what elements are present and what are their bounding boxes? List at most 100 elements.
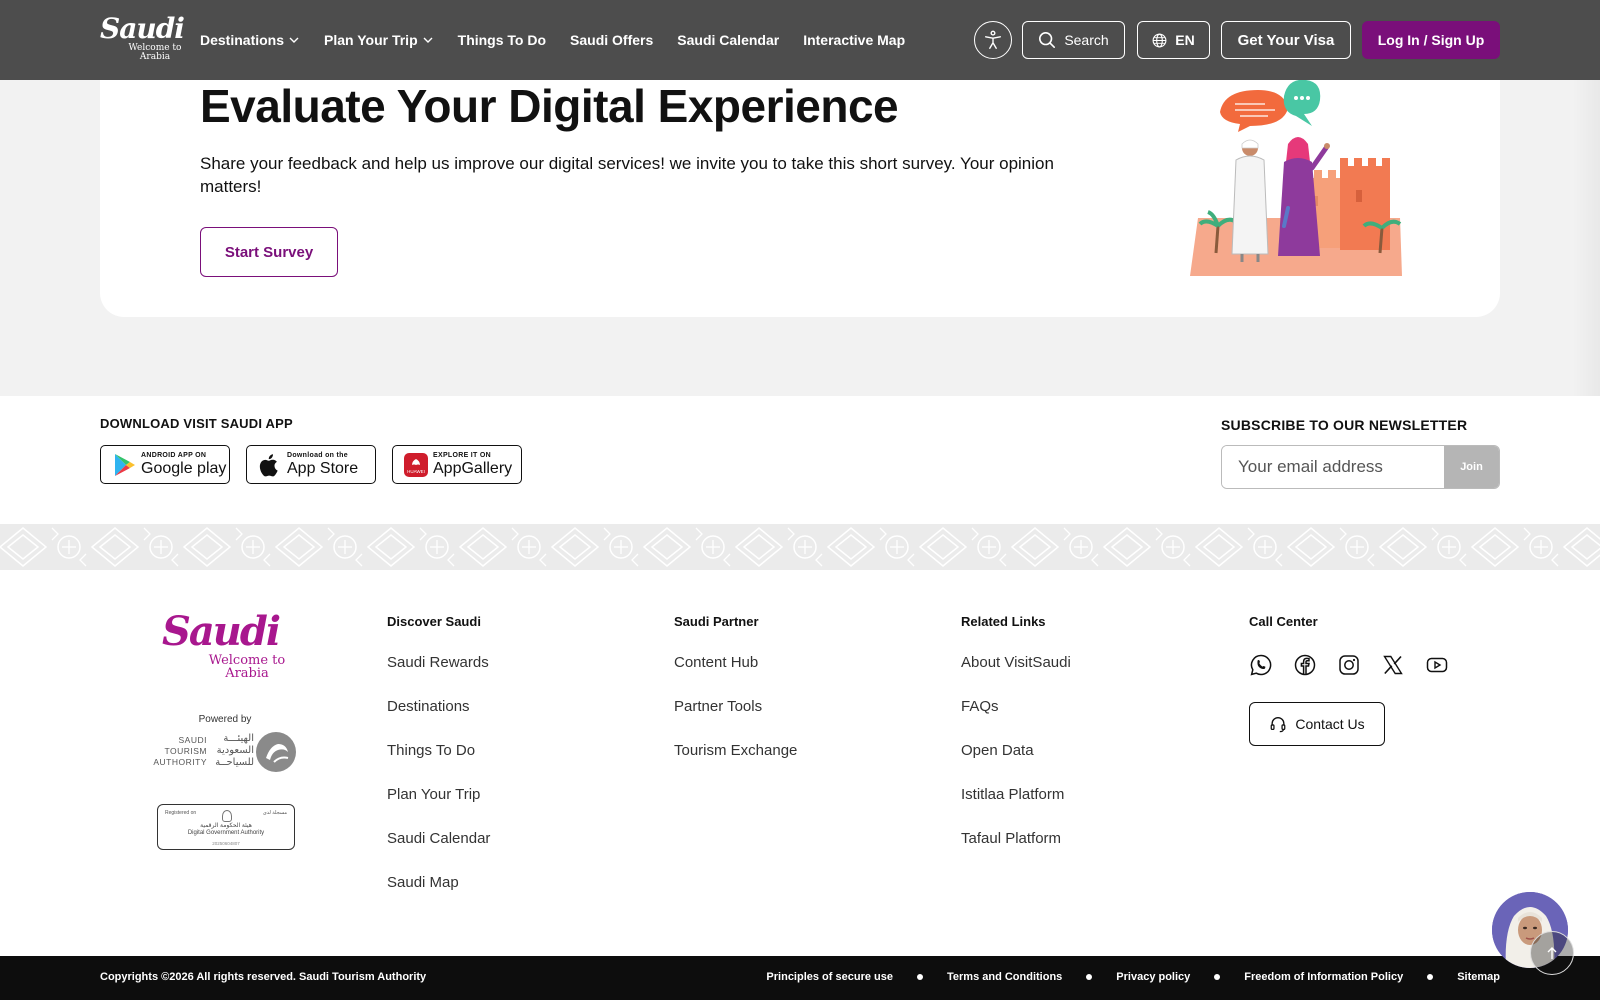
legal-link-terms[interactable]: Terms and Conditions — [947, 971, 1062, 983]
footer-link[interactable]: Content Hub — [674, 653, 797, 672]
main-nav: Destinations Plan Your Trip Things To Do… — [200, 0, 929, 80]
nav-saudi-calendar[interactable]: Saudi Calendar — [677, 32, 779, 48]
footer-link[interactable]: Destinations — [387, 697, 490, 716]
column-title: Related Links — [961, 614, 1046, 629]
pattern-tile — [918, 527, 1007, 567]
footer-logo[interactable]: Saudi Welcome to Arabia — [160, 608, 290, 681]
store-big-text: App Store — [287, 460, 359, 477]
nav-label: Interactive Map — [803, 32, 906, 48]
newsletter-form: Join — [1221, 445, 1500, 489]
accessibility-button[interactable] — [974, 21, 1012, 59]
footer-link[interactable]: Plan Your Trip — [387, 785, 490, 804]
footer-link[interactable]: Saudi Rewards — [387, 653, 490, 672]
footer-link[interactable]: Things To Do — [387, 741, 490, 760]
tourism-authority-logo[interactable]: SAUDI TOURISM AUTHORITY الهيئـــة السعود… — [153, 730, 298, 774]
huawei-icon: HUAWEI — [404, 453, 428, 477]
language-button[interactable]: EN — [1137, 21, 1210, 59]
legal-link-secure-use[interactable]: Principles of secure use — [766, 971, 893, 983]
footer-link[interactable]: Saudi Map — [387, 873, 490, 892]
accessibility-icon — [984, 30, 1002, 49]
instagram-icon[interactable] — [1337, 653, 1361, 677]
footer-link[interactable]: FAQs — [961, 697, 1071, 716]
nav-destinations[interactable]: Destinations — [200, 32, 300, 48]
start-survey-button[interactable]: Start Survey — [200, 227, 338, 277]
store-big-text: AppGallery — [433, 460, 513, 477]
footer-logo-brand: Saudi — [162, 608, 281, 655]
newsletter-title: SUBSCRIBE TO OUR NEWSLETTER — [1221, 417, 1468, 433]
nav-label: Plan Your Trip — [324, 32, 418, 48]
authority-en-line: TOURISM — [164, 746, 207, 756]
footer-link[interactable]: Tafaul Platform — [961, 829, 1071, 848]
footer-logo-tagline: Welcome to Arabia — [208, 653, 286, 681]
app-gallery-badge[interactable]: HUAWEI EXPLORE IT ON AppGallery — [392, 445, 522, 484]
footer-column-discover-saudi: Discover Saudi Saudi Rewards Destination… — [387, 614, 490, 917]
nav-plan-your-trip[interactable]: Plan Your Trip — [324, 32, 434, 48]
survey-title: Evaluate Your Digital Experience — [200, 80, 899, 132]
pattern-tile — [182, 527, 271, 567]
powered-by-label: Powered by — [198, 714, 252, 725]
whatsapp-icon[interactable] — [1249, 653, 1273, 677]
survey-card: Evaluate Your Digital Experience Share y… — [100, 56, 1500, 317]
footer-link[interactable]: Partner Tools — [674, 697, 797, 716]
chevron-down-icon — [423, 37, 433, 43]
pattern-tile — [1194, 527, 1283, 567]
newsletter-join-button[interactable]: Join — [1444, 446, 1499, 488]
nav-things-to-do[interactable]: Things To Do — [458, 32, 546, 48]
pattern-tile — [826, 527, 915, 567]
chevron-down-icon — [289, 37, 299, 43]
footer-column-related-links: Related Links About VisitSaudi FAQs Open… — [961, 614, 1071, 873]
footer-link[interactable]: Saudi Calendar — [387, 829, 490, 848]
pattern-tile — [90, 527, 179, 567]
google-play-icon — [115, 454, 135, 476]
store-small-text: EXPLORE IT ON — [433, 452, 491, 459]
column-title: Discover Saudi — [387, 614, 481, 629]
app-download-title: DOWNLOAD VISIT SAUDI APP — [100, 416, 293, 431]
footer-link[interactable]: Istitlaa Platform — [961, 785, 1071, 804]
google-play-badge[interactable]: ANDROID APP ON Google play — [100, 445, 230, 484]
facebook-icon[interactable] — [1293, 653, 1317, 677]
authority-ar-line: الهيئـــة — [223, 733, 254, 744]
store-big-text: Google play — [141, 460, 227, 477]
authority-name-ar: الهيئـــة السعودية للسياحــة — [210, 733, 254, 769]
legal-link-freedom-of-information[interactable]: Freedom of Information Policy — [1244, 971, 1403, 983]
search-label: Search — [1064, 32, 1109, 48]
newsletter-email-input[interactable] — [1222, 446, 1446, 488]
contact-us-button[interactable]: Contact Us — [1249, 702, 1385, 746]
app-store-badge[interactable]: Download on the App Store — [246, 445, 376, 484]
dga-seal-icon — [222, 810, 232, 822]
footer-link[interactable]: Open Data — [961, 741, 1071, 760]
dga-registered-ar: مسجلة لدى — [262, 810, 287, 816]
separator-dot — [1214, 974, 1221, 980]
pattern-tile — [274, 527, 363, 567]
arrow-up-icon — [1547, 947, 1557, 959]
footer-column-call-center: Call Center Contact Us — [1249, 614, 1449, 746]
nav-saudi-offers[interactable]: Saudi Offers — [570, 32, 653, 48]
footer-link[interactable]: About VisitSaudi — [961, 653, 1071, 672]
decorative-pattern-strip — [0, 524, 1600, 570]
get-visa-button[interactable]: Get Your Visa — [1221, 21, 1351, 59]
pattern-tile — [550, 527, 639, 567]
nav-interactive-map[interactable]: Interactive Map — [803, 32, 905, 48]
footer-link[interactable]: Tourism Exchange — [674, 741, 797, 760]
header-logo[interactable]: Saudi Welcome to Arabia — [100, 14, 185, 64]
pattern-graphic — [0, 527, 1600, 567]
legal-link-privacy[interactable]: Privacy policy — [1116, 971, 1190, 983]
search-icon — [1039, 31, 1056, 49]
logo-tagline: Welcome to Arabia — [128, 43, 182, 62]
pattern-tile — [642, 527, 731, 567]
pattern-tile — [0, 527, 87, 567]
search-button[interactable]: Search — [1022, 21, 1125, 59]
login-signup-button[interactable]: Log In / Sign Up — [1362, 21, 1500, 59]
column-title: Saudi Partner — [674, 614, 759, 629]
separator-dot — [1086, 974, 1093, 980]
pattern-tile — [458, 527, 547, 567]
scroll-to-top-button[interactable] — [1530, 931, 1574, 975]
site-footer: Saudi Welcome to Arabia Powered by SAUDI… — [0, 570, 1600, 956]
nav-label: Things To Do — [457, 32, 547, 48]
x-icon[interactable] — [1381, 653, 1405, 677]
globe-icon — [1152, 33, 1167, 47]
legal-link-sitemap[interactable]: Sitemap — [1457, 971, 1500, 983]
dga-registration-badge[interactable]: Registered on مسجلة لدى هيئة الحكومة الر… — [157, 804, 295, 850]
dga-name: هيئة الحكومة الرقمية Digital Government … — [158, 823, 294, 837]
youtube-icon[interactable] — [1425, 653, 1449, 677]
